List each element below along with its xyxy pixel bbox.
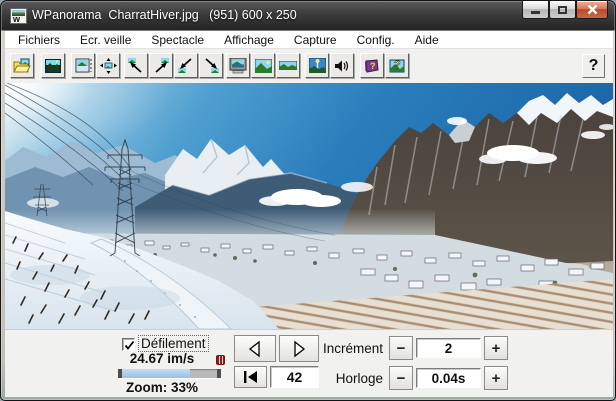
maximize-button[interactable] [549, 1, 576, 19]
scroll-down-right-icon [205, 58, 219, 73]
window-image-icon [75, 58, 91, 73]
monitor-image-button[interactable] [226, 53, 250, 78]
scroll-down-left-button[interactable] [174, 53, 198, 78]
menu-config[interactable]: Config. [347, 32, 405, 48]
svg-text:?: ? [394, 59, 401, 71]
mast-image-icon [308, 58, 326, 73]
monitor-image-icon [229, 57, 247, 73]
fullscreen-image-button[interactable] [251, 53, 275, 78]
mast-image-button[interactable] [305, 53, 329, 78]
open-image-icon [13, 58, 31, 72]
fps-readout: 24.67 im/s [129, 351, 195, 366]
fullscreen-image-icon [254, 58, 272, 73]
menu-capture[interactable]: Capture [284, 32, 347, 48]
horloge-label: Horloge [335, 371, 383, 386]
menu-affichage[interactable]: Affichage [214, 32, 284, 48]
close-button[interactable] [576, 1, 608, 19]
pan-arrows-button[interactable] [96, 53, 120, 78]
menu-bar: Fichiers Ecr. veille Spectacle Affichage… [5, 31, 613, 49]
screensaver-icon [45, 58, 61, 73]
defilement-checkbox[interactable] [122, 338, 135, 351]
panorama-strip-icon [279, 61, 297, 70]
title-bar[interactable]: w WPanorama CharratHiver.jpg (951) 600 x… [1, 1, 615, 31]
help-button[interactable]: ? [582, 54, 605, 78]
scroll-up-right-icon [155, 58, 169, 73]
slider-right-cap [217, 369, 221, 378]
slider-fill [122, 369, 190, 378]
scroll-down-left-icon [178, 58, 192, 73]
horloge-plus-button[interactable]: + [484, 366, 508, 390]
help-book-button[interactable]: ? [360, 53, 384, 78]
skip-to-start-button[interactable] [234, 366, 267, 388]
speed-slider[interactable] [118, 369, 221, 378]
app-icon: w [10, 8, 27, 24]
help-book-icon: ? [365, 58, 379, 73]
speaker-button[interactable] [330, 53, 354, 78]
increment-minus-button[interactable]: − [389, 336, 413, 360]
menu-spectacle[interactable]: Spectacle [141, 32, 214, 48]
about-image-button[interactable]: ? [385, 53, 409, 78]
scroll-up-right-button[interactable] [149, 53, 173, 78]
panorama-image [5, 83, 613, 329]
scroll-left-button[interactable] [234, 335, 276, 362]
defilement-label[interactable]: Défilement [138, 335, 209, 352]
scroll-down-right-button[interactable] [199, 53, 223, 78]
control-panel: Défilement 24.67 im/s Zoom: 33% 42 Incré… [5, 329, 613, 397]
toolbar: ? ? ? [5, 49, 613, 83]
pan-arrows-icon [99, 57, 117, 74]
horloge-value: 0.04s [416, 368, 481, 388]
minimize-icon [531, 11, 540, 14]
open-image-button[interactable] [10, 53, 34, 78]
scroll-up-left-button[interactable] [124, 53, 148, 78]
horloge-minus-button[interactable]: − [389, 366, 413, 390]
panorama-strip-button[interactable] [276, 53, 300, 78]
panorama-viewport[interactable] [5, 83, 613, 329]
minimize-button[interactable] [522, 1, 549, 19]
menu-aide[interactable]: Aide [405, 32, 449, 48]
screensaver-button[interactable] [41, 53, 65, 78]
skip-to-start-icon [244, 371, 257, 383]
menu-ecr-veille[interactable]: Ecr. veille [70, 32, 141, 48]
about-image-icon: ? [389, 59, 405, 73]
wpanorama-window: w WPanorama CharratHiver.jpg (951) 600 x… [0, 0, 616, 401]
window-image-button[interactable] [71, 53, 95, 78]
window-title: WPanorama CharratHiver.jpg (951) 600 x 2… [32, 8, 297, 22]
zoom-readout: Zoom: 33% [125, 380, 198, 395]
increment-plus-button[interactable]: + [484, 336, 508, 360]
increment-value: 2 [416, 338, 481, 358]
svg-text:?: ? [370, 61, 376, 71]
maximize-icon [558, 5, 567, 14]
speaker-icon [335, 60, 349, 71]
increment-label: Incrément [322, 341, 383, 356]
menu-fichiers[interactable]: Fichiers [8, 32, 70, 48]
close-icon [587, 4, 597, 15]
busy-indicator-icon [216, 355, 225, 365]
left-triangle-icon [248, 340, 260, 357]
scroll-up-left-icon [128, 58, 142, 73]
